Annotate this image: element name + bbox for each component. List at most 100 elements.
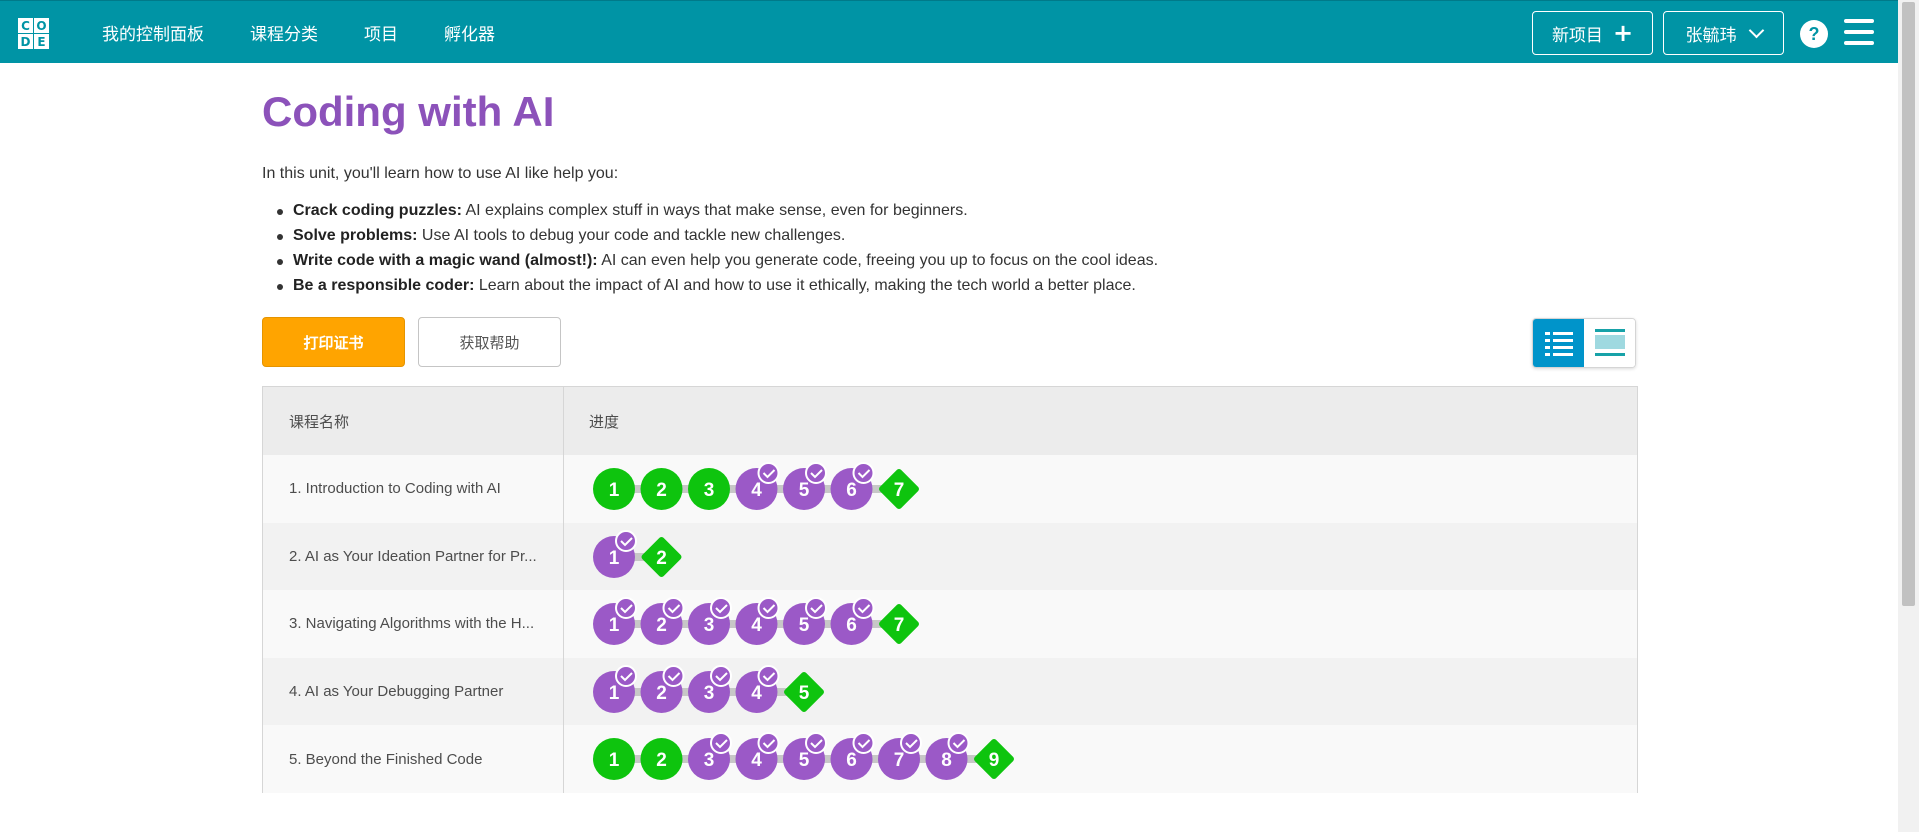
progress-bubble[interactable]: 9 bbox=[973, 738, 1015, 780]
table-row: 5. Beyond the Finished Code 1 2 3 4 5 6 7 8 9 bbox=[263, 725, 1637, 793]
progress-bubble[interactable]: 2 bbox=[640, 468, 683, 510]
lesson-progress-cell: 1 2 3 4 5 6 7 8 9 bbox=[564, 725, 1637, 793]
user-name: 张毓玮 bbox=[1685, 25, 1737, 46]
nav-course-catalog[interactable]: 课程分类 bbox=[250, 20, 318, 45]
progress-bubble[interactable]: 2 bbox=[640, 535, 682, 577]
progress-track: 1 2 3 4 5 6 7 bbox=[593, 597, 920, 646]
progress-bubble[interactable]: 5 bbox=[783, 597, 827, 646]
code-org-logo[interactable]: C O D E bbox=[18, 10, 65, 57]
checkmark-icon bbox=[757, 462, 780, 484]
progress-bubble[interactable]: 4 bbox=[735, 462, 780, 510]
scrollbar-thumb[interactable] bbox=[1902, 2, 1915, 606]
nav-dashboard[interactable]: 我的控制面板 bbox=[102, 20, 204, 45]
new-project-button[interactable]: 新项目 + bbox=[1532, 11, 1653, 55]
progress-bubble[interactable]: 7 bbox=[878, 732, 922, 781]
checkmark-icon bbox=[710, 732, 732, 755]
progress-track: 1 2 3 4 5 bbox=[593, 664, 825, 713]
detail-view-toggle[interactable] bbox=[1584, 319, 1635, 367]
progress-bubble[interactable]: 8 bbox=[925, 732, 970, 781]
progress-bubble[interactable]: 6 bbox=[830, 597, 875, 646]
checkmark-icon bbox=[615, 664, 637, 687]
progress-bubble[interactable]: 2 bbox=[640, 664, 685, 713]
page-scrollbar[interactable] bbox=[1898, 0, 1919, 832]
progress-bubble[interactable]: 3 bbox=[688, 597, 732, 646]
detail-view-icon bbox=[1594, 329, 1625, 356]
print-certificate-button[interactable]: 打印证书 bbox=[262, 317, 405, 367]
logo-spacer bbox=[50, 18, 65, 33]
progress-bubble[interactable]: 6 bbox=[830, 462, 875, 510]
checkmark-icon bbox=[662, 597, 685, 620]
nav-incubator[interactable]: 孵化器 bbox=[444, 20, 495, 45]
progress-bubble[interactable]: 2 bbox=[640, 597, 685, 646]
progress-bubble[interactable]: 7 bbox=[878, 603, 920, 645]
progress-bubble[interactable]: 2 bbox=[640, 738, 683, 781]
table-row: 2. AI as Your Ideation Partner for Pr...… bbox=[263, 522, 1637, 591]
lesson-progress-cell: 1 2 3 4 5 6 7 bbox=[564, 590, 1637, 658]
progress-bubble[interactable]: 3 bbox=[688, 732, 732, 781]
progress-bubble[interactable]: 4 bbox=[735, 732, 780, 781]
checkmark-icon bbox=[852, 597, 875, 620]
progress-track: 12 bbox=[593, 529, 682, 578]
checkmark-icon bbox=[757, 597, 780, 620]
get-help-button[interactable]: 获取帮助 bbox=[418, 317, 561, 367]
progress-bubble[interactable]: 3 bbox=[688, 664, 732, 713]
logo-letter: C bbox=[18, 18, 33, 33]
main-nav: 我的控制面板 课程分类 项目 孵化器 bbox=[102, 1, 541, 64]
bubble-number: 1 bbox=[609, 750, 620, 771]
bubble-number: 2 bbox=[656, 480, 667, 501]
progress-bubble[interactable]: 7 bbox=[878, 468, 920, 510]
progress-bubble[interactable]: 5 bbox=[783, 671, 825, 713]
goal-text: Learn about the impact of AI and how to … bbox=[474, 277, 1136, 294]
checkmark-icon bbox=[662, 664, 685, 687]
unit-goals-list: Crack coding puzzles: AI explains comple… bbox=[262, 201, 1158, 301]
bubble-number: 2 bbox=[656, 548, 667, 569]
lesson-name[interactable]: 2. AI as Your Ideation Partner for Pr... bbox=[263, 522, 564, 591]
logo-letter: D bbox=[18, 34, 33, 49]
progress-bubble[interactable]: 1 bbox=[593, 529, 637, 578]
goal-bold: Write code with a magic wand (almost!): bbox=[293, 252, 598, 269]
checkmark-icon bbox=[757, 664, 780, 687]
checkmark-icon bbox=[710, 664, 732, 687]
goal-text: AI can even help you generate code, free… bbox=[597, 252, 1159, 269]
lesson-name[interactable]: 3. Navigating Algorithms with the H... bbox=[263, 590, 564, 658]
user-menu-button[interactable]: 张毓玮 bbox=[1663, 11, 1784, 55]
progress-bubble[interactable]: 1 bbox=[593, 468, 635, 510]
bubble-number: 9 bbox=[989, 750, 1000, 771]
lesson-name[interactable]: 1. Introduction to Coding with AI bbox=[263, 455, 564, 523]
bubble-number: 8 bbox=[941, 750, 952, 771]
view-toggle bbox=[1532, 318, 1636, 368]
progress-bubble[interactable]: 1 bbox=[593, 738, 635, 781]
progress-track: 1 2 3 4 5 6 7 8 9 bbox=[593, 732, 1015, 781]
checkmark-icon bbox=[805, 462, 827, 484]
bubble-number: 1 bbox=[609, 548, 620, 569]
progress-bubble[interactable]: 3 bbox=[688, 468, 730, 510]
hamburger-line bbox=[1844, 30, 1874, 34]
bubble-number: 1 bbox=[609, 615, 620, 636]
checkmark-icon bbox=[805, 732, 827, 755]
list-view-toggle[interactable] bbox=[1533, 319, 1584, 367]
chevron-down-icon bbox=[1748, 22, 1764, 38]
goal-bold: Solve problems: bbox=[293, 227, 418, 244]
progress-bubble[interactable]: 1 bbox=[593, 597, 637, 646]
goal-item: Solve problems: Use AI tools to debug yo… bbox=[262, 226, 1158, 251]
progress-bubble[interactable]: 4 bbox=[735, 664, 780, 713]
lesson-name[interactable]: 4. AI as Your Debugging Partner bbox=[263, 657, 564, 726]
progress-bubble[interactable]: 5 bbox=[783, 462, 827, 510]
bubble-number: 7 bbox=[894, 750, 905, 771]
logo-letter: E bbox=[34, 34, 49, 49]
goal-bold: Be a responsible coder: bbox=[293, 277, 475, 294]
bubble-number: 7 bbox=[894, 615, 905, 636]
bubble-number: 3 bbox=[704, 615, 715, 636]
progress-bubble[interactable]: 4 bbox=[735, 597, 780, 646]
help-icon[interactable]: ? bbox=[1800, 20, 1828, 48]
plus-icon: + bbox=[1612, 19, 1634, 47]
progress-bubble[interactable]: 1 bbox=[593, 664, 637, 713]
unit-title: Coding with AI bbox=[262, 88, 555, 135]
nav-projects[interactable]: 项目 bbox=[364, 20, 398, 45]
lesson-name[interactable]: 5. Beyond the Finished Code bbox=[263, 725, 564, 793]
goal-bold: Crack coding puzzles: bbox=[293, 202, 462, 219]
progress-bubble[interactable]: 5 bbox=[783, 732, 827, 781]
hamburger-menu-icon[interactable] bbox=[1844, 19, 1874, 45]
bubble-number: 3 bbox=[704, 480, 715, 501]
progress-bubble[interactable]: 6 bbox=[830, 732, 875, 781]
